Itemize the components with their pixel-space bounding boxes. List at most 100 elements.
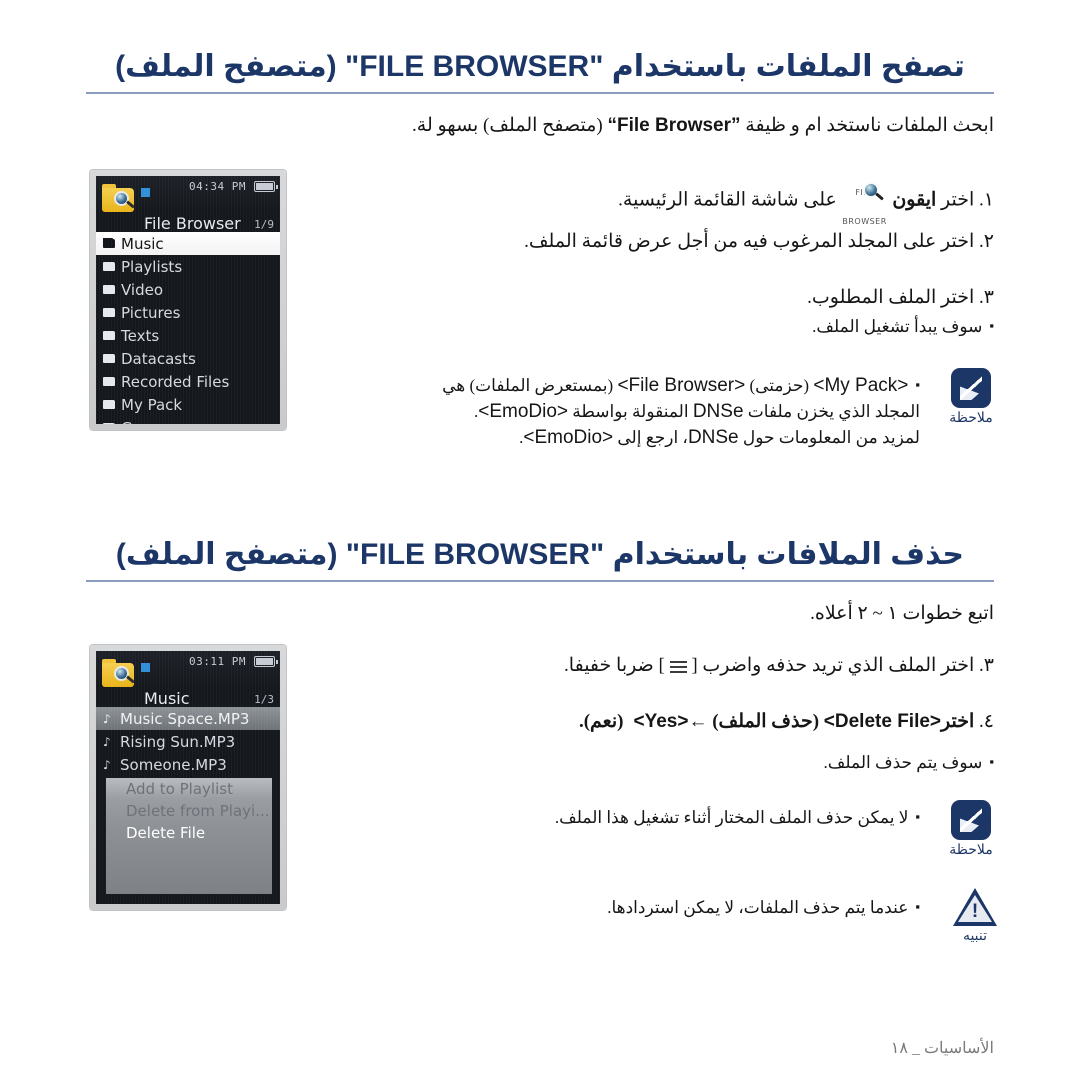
- note-l1b: (حزمتى): [745, 376, 814, 395]
- list-item-label: Playlists: [121, 257, 183, 276]
- note-l2c: المنقولة بواسطة: [568, 402, 693, 421]
- note-emodio-2: <EmoDio>: [523, 427, 614, 448]
- device-page-count-2: 1/3: [254, 693, 274, 706]
- step-1-number: ١.: [979, 189, 994, 211]
- section-1-intro: ابحث الملفات ناستخد ام و ظيفة “File Brow…: [86, 112, 994, 141]
- note-l2a: المجلد الذي يخزن ملفات: [743, 402, 920, 421]
- note-l3a: لمزيد من المعلومات حول: [738, 428, 920, 447]
- music-note-icon: ♪: [103, 711, 111, 726]
- note-callout-2: ملاحظة: [940, 800, 1002, 859]
- section-1-step-3-bullet: سوف يبدأ تشغيل الملف.: [174, 314, 994, 340]
- list-item-label: Pictures: [121, 303, 181, 322]
- section-1-rule: [86, 91, 994, 94]
- section-2-step-3: ٣. اختر الملف الذي تريد حذفه واضرب [ ] ض…: [174, 652, 994, 685]
- note-l3c: ، ارجع إلى: [613, 428, 688, 447]
- section-1-step-1: ١. اختر ايقون FILEBROWSER على شاشة القائ…: [174, 176, 994, 233]
- note-emodio-1: <EmoDio>: [478, 401, 568, 422]
- caution-callout: ! تنبيه: [944, 888, 1006, 945]
- page-footer: الأساسيات _ ١٨: [890, 1040, 994, 1057]
- caution-icon: !: [953, 888, 997, 926]
- menu-item-delete-from-playlist[interactable]: Delete from Playi...: [106, 800, 272, 822]
- menu-key-icon: [669, 656, 687, 685]
- section-2-title: حذف الملافات باستخدام "FILE BROWSER" (مت…: [115, 538, 965, 571]
- section-2-heading: حذف الملافات باستخدام "FILE BROWSER" (مت…: [86, 536, 994, 582]
- section-2-step-4-bullet: سوف يتم حذف الملف.: [174, 750, 994, 776]
- list-item-label: Texts: [121, 326, 160, 345]
- section-1-intro-en: “File Browser”: [607, 115, 741, 136]
- file-browser-icon-small: [102, 659, 136, 689]
- bullet-text: سوف يتم حذف الملف.: [824, 753, 994, 772]
- step-1-pre: اختر: [936, 189, 980, 211]
- s2-step-4-mid1: (حذف الملف): [707, 711, 824, 732]
- folder-icon: [103, 331, 115, 340]
- s2-step-4-number: ٤.: [979, 711, 994, 732]
- note-body: لا يمكن حذف الملف المختار أثناء تشغيل هذ…: [555, 808, 920, 827]
- list-item-label: Music: [121, 234, 164, 253]
- delete-file-token: <Delete File>: [823, 711, 942, 732]
- step-3-number: ٣.: [979, 287, 994, 308]
- caution-body: عندما يتم حذف الملفات، لا يمكن استردادها…: [607, 898, 920, 917]
- folder-icon: [103, 354, 115, 363]
- step-2-text: اختر على المجلد المرغوب فيه من أجل عرض ق…: [524, 231, 980, 252]
- folder-icon: [103, 377, 115, 386]
- step-1-bold: ايقون: [892, 189, 937, 211]
- device-screen-2: 03:11 PM Music 1/3 ♪ Music Space.MP3 ♪ Ris…: [96, 651, 280, 904]
- section-1-title: تصفح الملفات باستخدام "FILE BROWSER" (مت…: [115, 50, 965, 83]
- folder-icon: [103, 239, 115, 248]
- note-label: ملاحظة: [949, 411, 993, 426]
- device-app-title-2: Music: [144, 689, 190, 708]
- step-2-number: ٢.: [979, 231, 994, 252]
- section-1-intro-pre: ابحث الملفات ناستخد ام و ظيفة: [740, 115, 994, 136]
- music-note-icon: ♪: [103, 757, 111, 772]
- file-browser-icon-small: [102, 184, 136, 214]
- section-2-caution-text: عندما يتم حذف الملفات، لا يمكن استردادها…: [155, 895, 920, 921]
- folder-icon: [103, 423, 115, 424]
- arrow-glyph: ←: [688, 711, 708, 732]
- section-1-intro-post: (متصفح الملف) بسهو لة.: [412, 115, 608, 136]
- folder-icon: [103, 308, 115, 317]
- music-note-icon: ♪: [103, 734, 111, 749]
- section-1-note-line-2: المجلد الذي يخزن ملفات DNSe المنقولة بوا…: [155, 398, 920, 427]
- section-1-step-2: ٢. اختر على المجلد المرغوب فيه من أجل عر…: [174, 228, 994, 257]
- note-icon: [951, 368, 991, 408]
- context-menu[interactable]: Add to Playlist Delete from Playi... Del…: [106, 778, 272, 894]
- note-file-browser: <File Browser>: [617, 375, 746, 396]
- manual-page: تصفح الملفات باستخدام "FILE BROWSER" (مت…: [0, 0, 1080, 1080]
- menu-item-delete-file[interactable]: Delete File: [106, 822, 272, 844]
- list-item-label: Video: [121, 280, 164, 299]
- note-my-pack: <My Pack>: [813, 375, 909, 396]
- blue-indicator-2: [141, 663, 150, 672]
- note-label: ملاحظة: [949, 843, 993, 858]
- note-callout-1: ملاحظة: [940, 368, 1002, 427]
- list-item-label: Datacasts: [121, 349, 196, 368]
- note-l1d: (بمستعرض الملفات) هي: [442, 376, 618, 395]
- section-2-step-4: ٤. اختر<Delete File> (حذف الملف) ← <Yes>…: [174, 708, 994, 737]
- section-1-note-line-3: لمزيد من المعلومات حول DNSe، ارجع إلى <E…: [155, 424, 920, 453]
- list-item[interactable]: Datacasts: [96, 347, 280, 370]
- caution-label: تنبيه: [962, 929, 988, 944]
- s2-step-3-number: ٣.: [979, 655, 994, 676]
- yes-token: <Yes>: [628, 711, 689, 732]
- s2-step-3-pre: اختر الملف الذي تريد حذفه واضرب [: [686, 655, 980, 676]
- note-dnse-1: DNSe: [692, 401, 744, 422]
- bullet-text: سوف يبدأ تشغيل الملف.: [812, 317, 994, 336]
- blue-indicator-1: [141, 188, 150, 197]
- section-1-step-3: ٣. اختر الملف المطلوب.: [174, 284, 994, 313]
- step-1-post: على شاشة القائمة الرئيسية.: [618, 189, 842, 211]
- s2-step-4-mid2: (نعم).: [578, 711, 629, 732]
- list-item[interactable]: Playlists: [96, 255, 280, 278]
- note-dnse-2: DNSe: [687, 427, 739, 448]
- section-1-heading: تصفح الملفات باستخدام "FILE BROWSER" (مت…: [86, 48, 994, 94]
- section-2-intro-text: اتبع خطوات ١ ~ ٢ أعلاه.: [810, 603, 994, 624]
- folder-icon: [103, 262, 115, 271]
- device-screenshot-delete-file: 03:11 PM Music 1/3 ♪ Music Space.MP3 ♪ Ris…: [90, 645, 286, 910]
- file-browser-icon: FILEBROWSER: [842, 176, 888, 233]
- menu-item-add-to-playlist[interactable]: Add to Playlist: [106, 778, 272, 800]
- s2-step-4-pre: اختر: [941, 711, 980, 732]
- note-icon: [951, 800, 991, 840]
- section-2-rule: [86, 579, 994, 582]
- section-1-note-line-1: <My Pack> (حزمتى) <File Browser> (بمستعر…: [155, 372, 920, 401]
- folder-icon: [103, 285, 115, 294]
- step-3-text: اختر الملف المطلوب.: [807, 287, 980, 308]
- s2-step-3-post: ] ضربا خفيفا.: [564, 655, 670, 676]
